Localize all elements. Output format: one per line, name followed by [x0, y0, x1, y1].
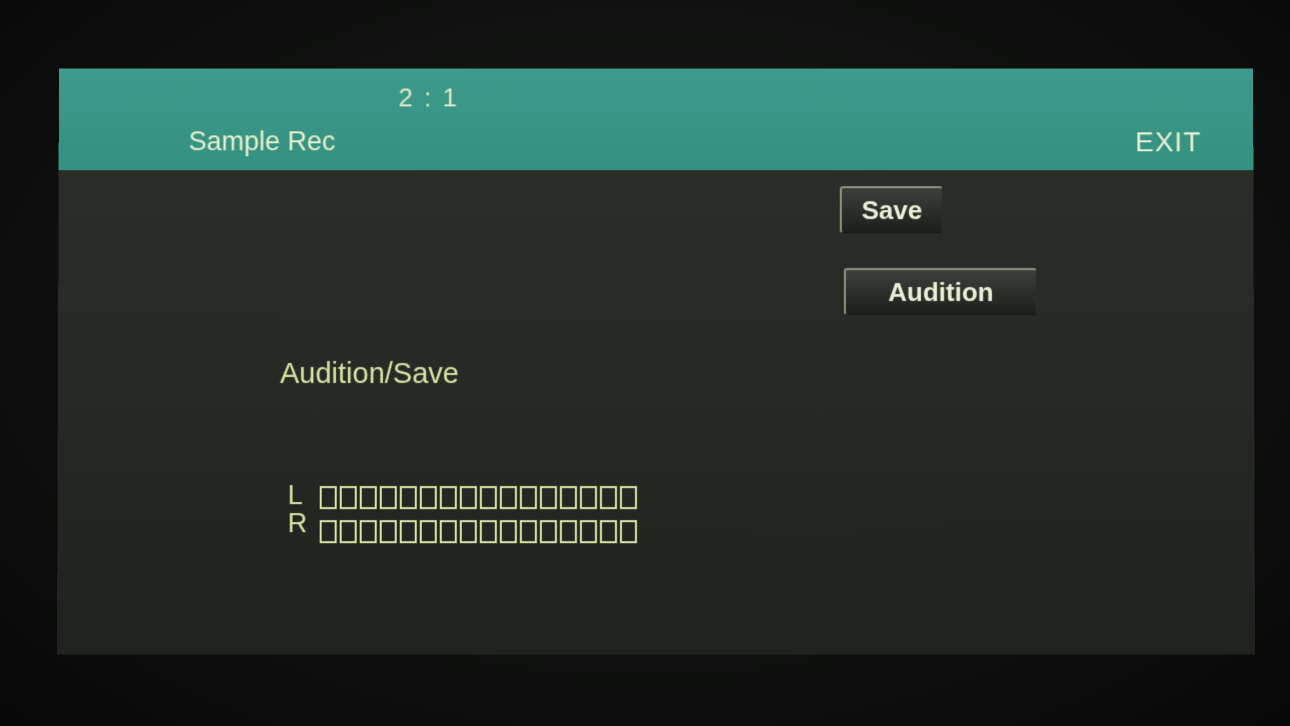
meter-left-segment: [619, 486, 637, 510]
meter-left-segment: [419, 486, 437, 510]
meter-right-segment: [439, 520, 457, 544]
meter-right-segment: [319, 520, 337, 544]
audition-button[interactable]: Audition: [843, 268, 1037, 316]
meter-right-segment: [419, 520, 437, 544]
meter-left-segment: [479, 486, 497, 510]
meter-left-segment: [319, 486, 337, 510]
meter-right-segment: [359, 520, 377, 544]
meter-left-segment: [559, 486, 577, 510]
meter-right-segment: [479, 520, 497, 544]
meter-right-label: R: [287, 508, 308, 539]
meter-right-segment: [539, 520, 557, 544]
meter-left-label: L: [287, 480, 303, 511]
meter-left-segment: [459, 486, 477, 510]
device-bezel: 2 : 1 Sample Rec EXIT Save Audition Audi…: [0, 0, 1290, 726]
display-screen: 2 : 1 Sample Rec EXIT Save Audition Audi…: [56, 68, 1256, 655]
status-label: Audition/Save: [279, 358, 459, 391]
save-button[interactable]: Save: [839, 186, 943, 234]
meter-left-segment: [399, 486, 417, 510]
meter-left-segment: [519, 486, 537, 510]
meter-right-segment: [619, 520, 637, 544]
meter-right: [319, 520, 640, 544]
meter-right-segment: [579, 520, 597, 544]
meter-left-segment: [499, 486, 517, 510]
meter-left-segment: [599, 486, 617, 510]
meter-left: [319, 486, 640, 510]
meter-right-segment: [379, 520, 397, 544]
meter-left-segment: [439, 486, 457, 510]
exit-button[interactable]: EXIT: [1135, 126, 1201, 158]
header-bar: 2 : 1 Sample Rec EXIT: [58, 68, 1254, 171]
meter-right-segment: [459, 520, 477, 544]
meter-right-segment: [559, 520, 577, 544]
meter-left-segment: [339, 486, 357, 510]
meter-left-segment: [579, 486, 597, 510]
meter-left-segment: [539, 486, 557, 510]
meter-right-segment: [599, 520, 617, 544]
meter-left-segment: [379, 486, 397, 510]
meter-right-segment: [339, 520, 357, 544]
meter-left-segment: [359, 486, 377, 510]
meter-right-segment: [399, 520, 417, 544]
meter-right-segment: [499, 520, 517, 544]
track-position: 2 : 1: [398, 82, 459, 113]
meter-right-segment: [519, 520, 537, 544]
page-title: Sample Rec: [188, 126, 336, 157]
